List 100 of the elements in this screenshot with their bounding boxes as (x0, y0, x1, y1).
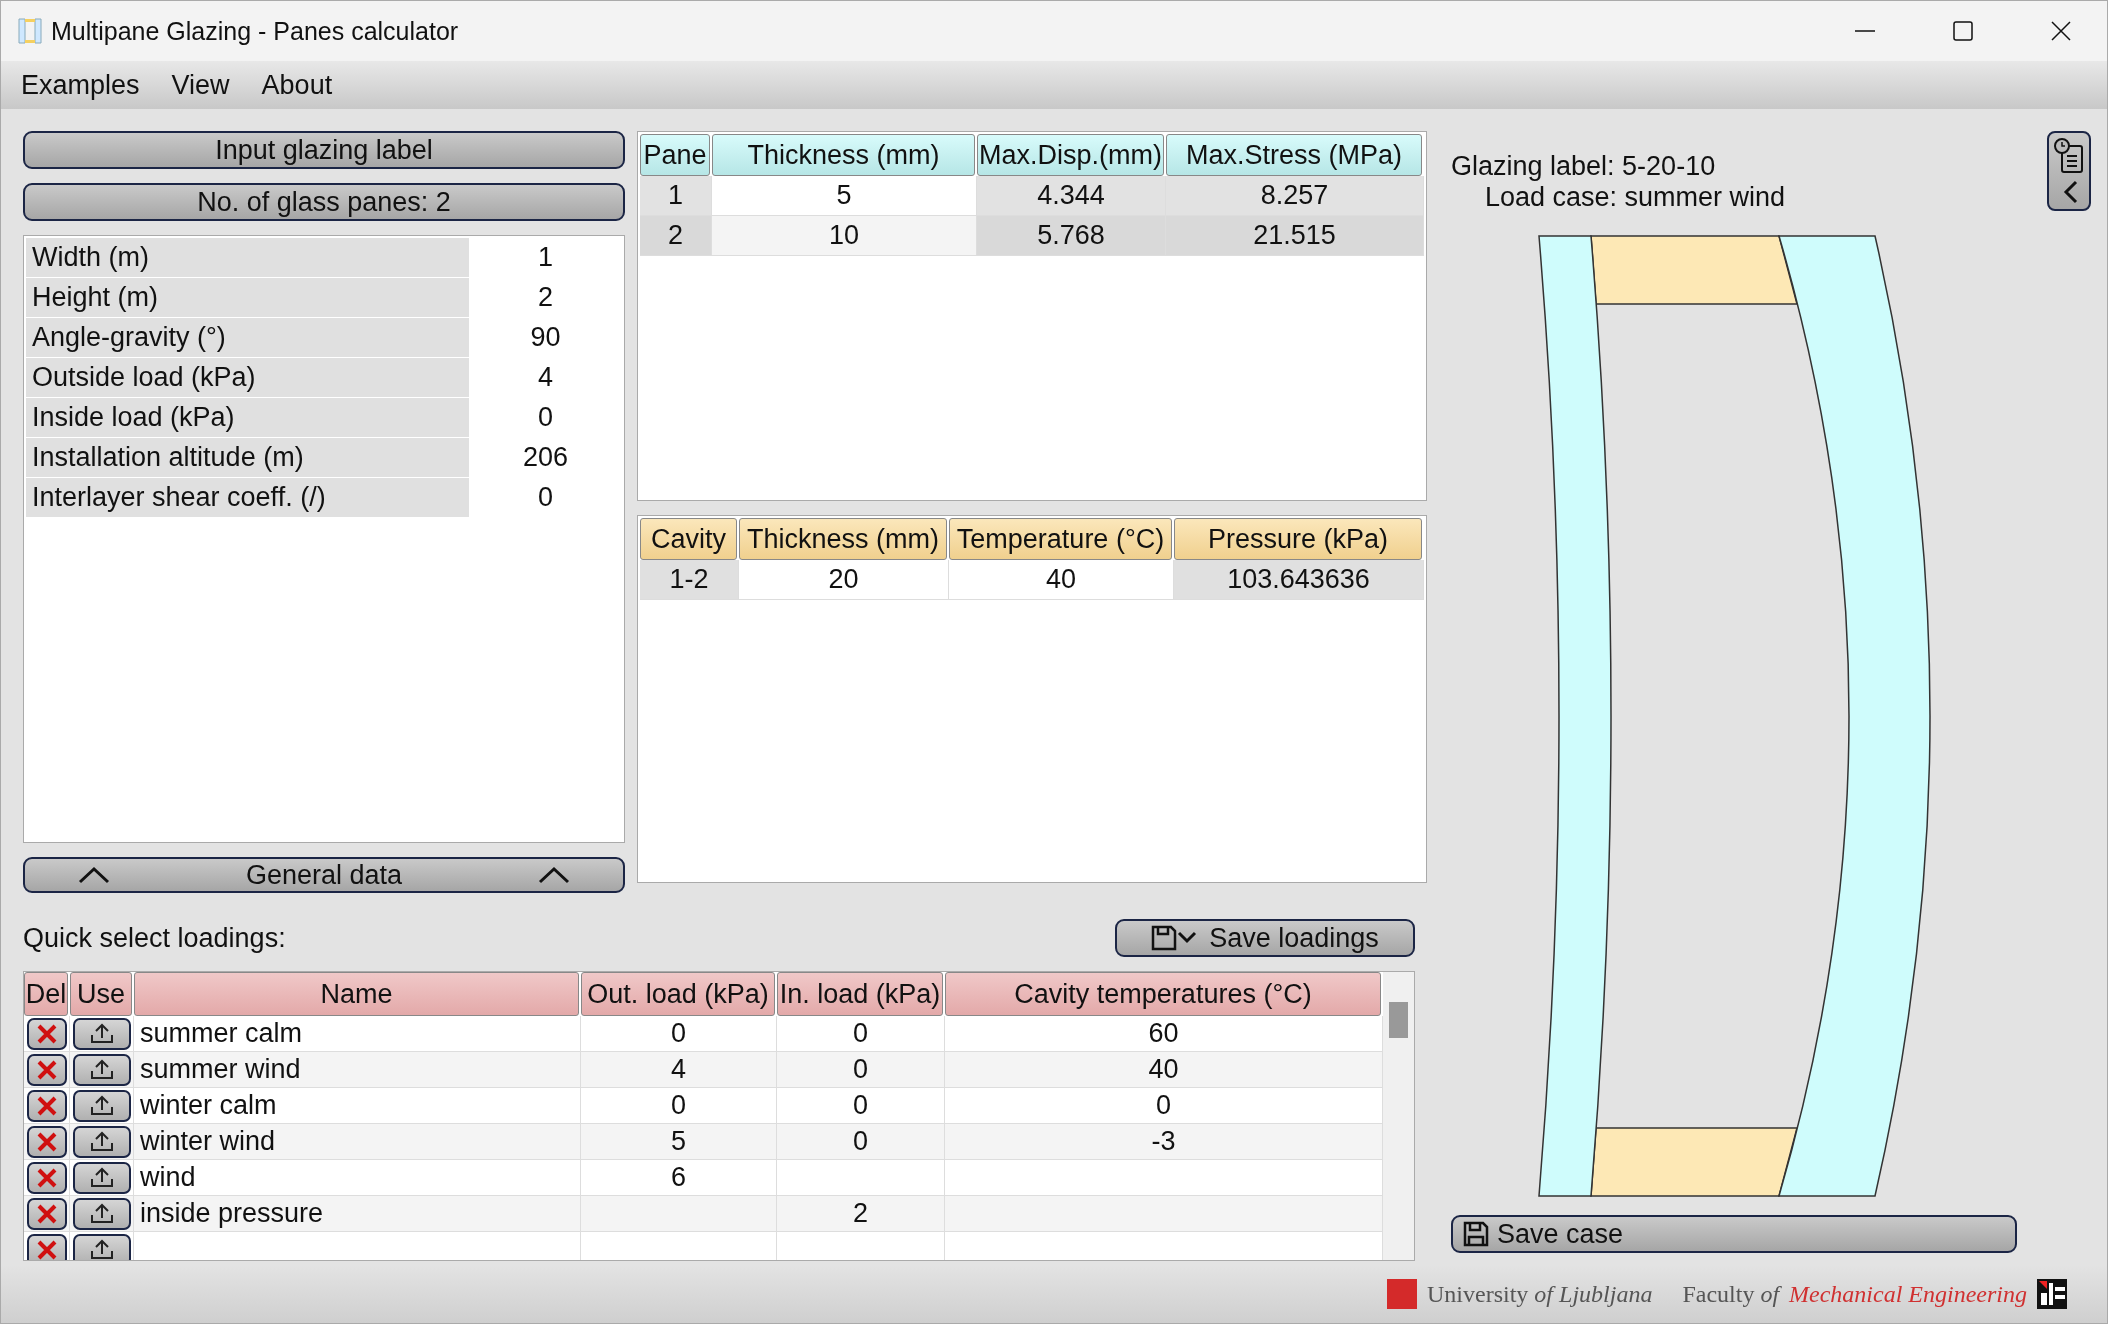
close-icon (2051, 21, 2071, 41)
property-value[interactable]: 2 (469, 278, 622, 317)
table-cell: 8.257 (1166, 176, 1424, 216)
window-title: Multipane Glazing - Panes calculator (51, 16, 460, 46)
table-cell: 5.768 (977, 216, 1166, 256)
table-cell: winter wind (134, 1124, 581, 1160)
table-cell: 0 (945, 1088, 1383, 1124)
department-text: Mechanical Engineering (1789, 1280, 2027, 1308)
table-cell: -3 (945, 1124, 1383, 1160)
table-cell: 4.344 (977, 176, 1166, 216)
column-header: Thickness (mm) (712, 134, 975, 176)
use-row-button[interactable] (72, 1053, 131, 1086)
quick-select-label: Quick select loadings: (23, 922, 286, 954)
column-header: Cavity (640, 518, 737, 560)
save-case-button[interactable]: Save case (1451, 1215, 2017, 1253)
delete-row-button[interactable] (26, 1233, 67, 1260)
menu-item[interactable]: About (261, 69, 333, 101)
clipboard-clock-icon (2052, 136, 2086, 206)
column-header: Name (134, 972, 579, 1016)
property-label: Inside load (kPa) (26, 398, 469, 437)
table-cell: 1-2 (640, 560, 739, 600)
scrollbar[interactable] (1389, 1002, 1408, 1038)
table-cell: 5 (712, 176, 977, 216)
upload-icon (88, 1130, 115, 1153)
delete-icon (35, 1130, 58, 1153)
glazing-label-text: Glazing label: 5-20-10 (1451, 151, 1717, 182)
glass-panes-button[interactable]: No. of glass panes: 2 (23, 183, 625, 221)
use-row-button[interactable] (72, 1233, 131, 1260)
university-logo (1387, 1279, 1418, 1309)
delete-row-button[interactable] (26, 1197, 67, 1230)
table-cell: 4 (581, 1052, 777, 1088)
property-label: Installation altitude (m) (26, 438, 469, 477)
upload-icon (88, 1022, 115, 1045)
caret-up-icon (537, 865, 571, 885)
column-header: Cavity temperatures (°C) (945, 972, 1381, 1016)
load-case-text: Load case: summer wind (1484, 182, 1787, 213)
delete-icon (35, 1166, 58, 1189)
save-loadings-button[interactable]: Save loadings (1115, 919, 1415, 957)
property-value[interactable]: 0 (469, 398, 622, 437)
menu-item[interactable]: Examples (21, 69, 140, 101)
faculty-logo (2037, 1279, 2067, 1309)
delete-icon (35, 1094, 58, 1117)
delete-row-button[interactable] (26, 1089, 67, 1122)
delete-icon (35, 1022, 58, 1045)
glazing-label-button[interactable]: Input glazing label (23, 131, 625, 169)
property-label: Width (m) (26, 238, 469, 277)
table-cell: 2 (777, 1196, 945, 1232)
menu-item[interactable]: View (171, 69, 230, 101)
table-cell: 10 (712, 216, 977, 256)
upload-icon (88, 1238, 115, 1260)
property-label: Angle-gravity (°) (26, 318, 469, 357)
delete-row-button[interactable] (26, 1017, 67, 1050)
upload-icon (88, 1166, 115, 1189)
column-header: Thickness (mm) (739, 518, 947, 560)
caret-up-icon (77, 865, 111, 885)
use-row-button[interactable] (72, 1161, 131, 1194)
column-header: In. load (kPa) (777, 972, 943, 1016)
property-value[interactable]: 90 (469, 318, 622, 357)
delete-row-button[interactable] (26, 1053, 67, 1086)
column-header: Pane (640, 134, 710, 176)
table-cell: 0 (777, 1124, 945, 1160)
minimize-icon (1855, 30, 1875, 32)
property-value[interactable]: 4 (469, 358, 622, 397)
column-header: Temperature (°C) (949, 518, 1172, 560)
table-cell: 20 (739, 560, 949, 600)
side-panel-button[interactable] (2047, 131, 2091, 211)
column-header: Max.Stress (MPa) (1166, 134, 1422, 176)
table-cell: 103.643636 (1174, 560, 1424, 600)
table-cell: 0 (777, 1016, 945, 1052)
property-value[interactable]: 0 (469, 478, 622, 517)
property-label: Height (m) (26, 278, 469, 317)
column-header: Out. load (kPa) (581, 972, 775, 1016)
table-cell: 0 (581, 1088, 777, 1124)
save-icon (1463, 1221, 1489, 1247)
use-row-button[interactable] (72, 1017, 131, 1050)
use-row-button[interactable] (72, 1125, 131, 1158)
general-data-button[interactable]: General data (23, 857, 625, 893)
use-row-button[interactable] (72, 1197, 131, 1230)
use-row-button[interactable] (72, 1089, 131, 1122)
faculty-text: Faculty of (1682, 1280, 1780, 1308)
delete-row-button[interactable] (26, 1125, 67, 1158)
table-cell: 6 (581, 1160, 777, 1196)
table-cell: summer calm (134, 1016, 581, 1052)
delete-icon (35, 1058, 58, 1081)
table-cell: wind (134, 1160, 581, 1196)
property-label: Outside load (kPa) (26, 358, 469, 397)
upload-icon (88, 1094, 115, 1117)
app-icon (15, 17, 45, 45)
column-header: Pressure (kPa) (1174, 518, 1422, 560)
property-label: Interlayer shear coeff. (/) (26, 478, 469, 517)
delete-row-button[interactable] (26, 1161, 67, 1194)
upload-icon (88, 1058, 115, 1081)
table-cell: 2 (640, 216, 712, 256)
table-cell: 0 (581, 1016, 777, 1052)
university-text: University of Ljubljana (1427, 1280, 1653, 1308)
delete-icon (35, 1202, 58, 1225)
property-value[interactable]: 206 (469, 438, 622, 477)
table-cell: 40 (945, 1052, 1383, 1088)
property-value[interactable]: 1 (469, 238, 622, 277)
table-cell: inside pressure (134, 1196, 581, 1232)
